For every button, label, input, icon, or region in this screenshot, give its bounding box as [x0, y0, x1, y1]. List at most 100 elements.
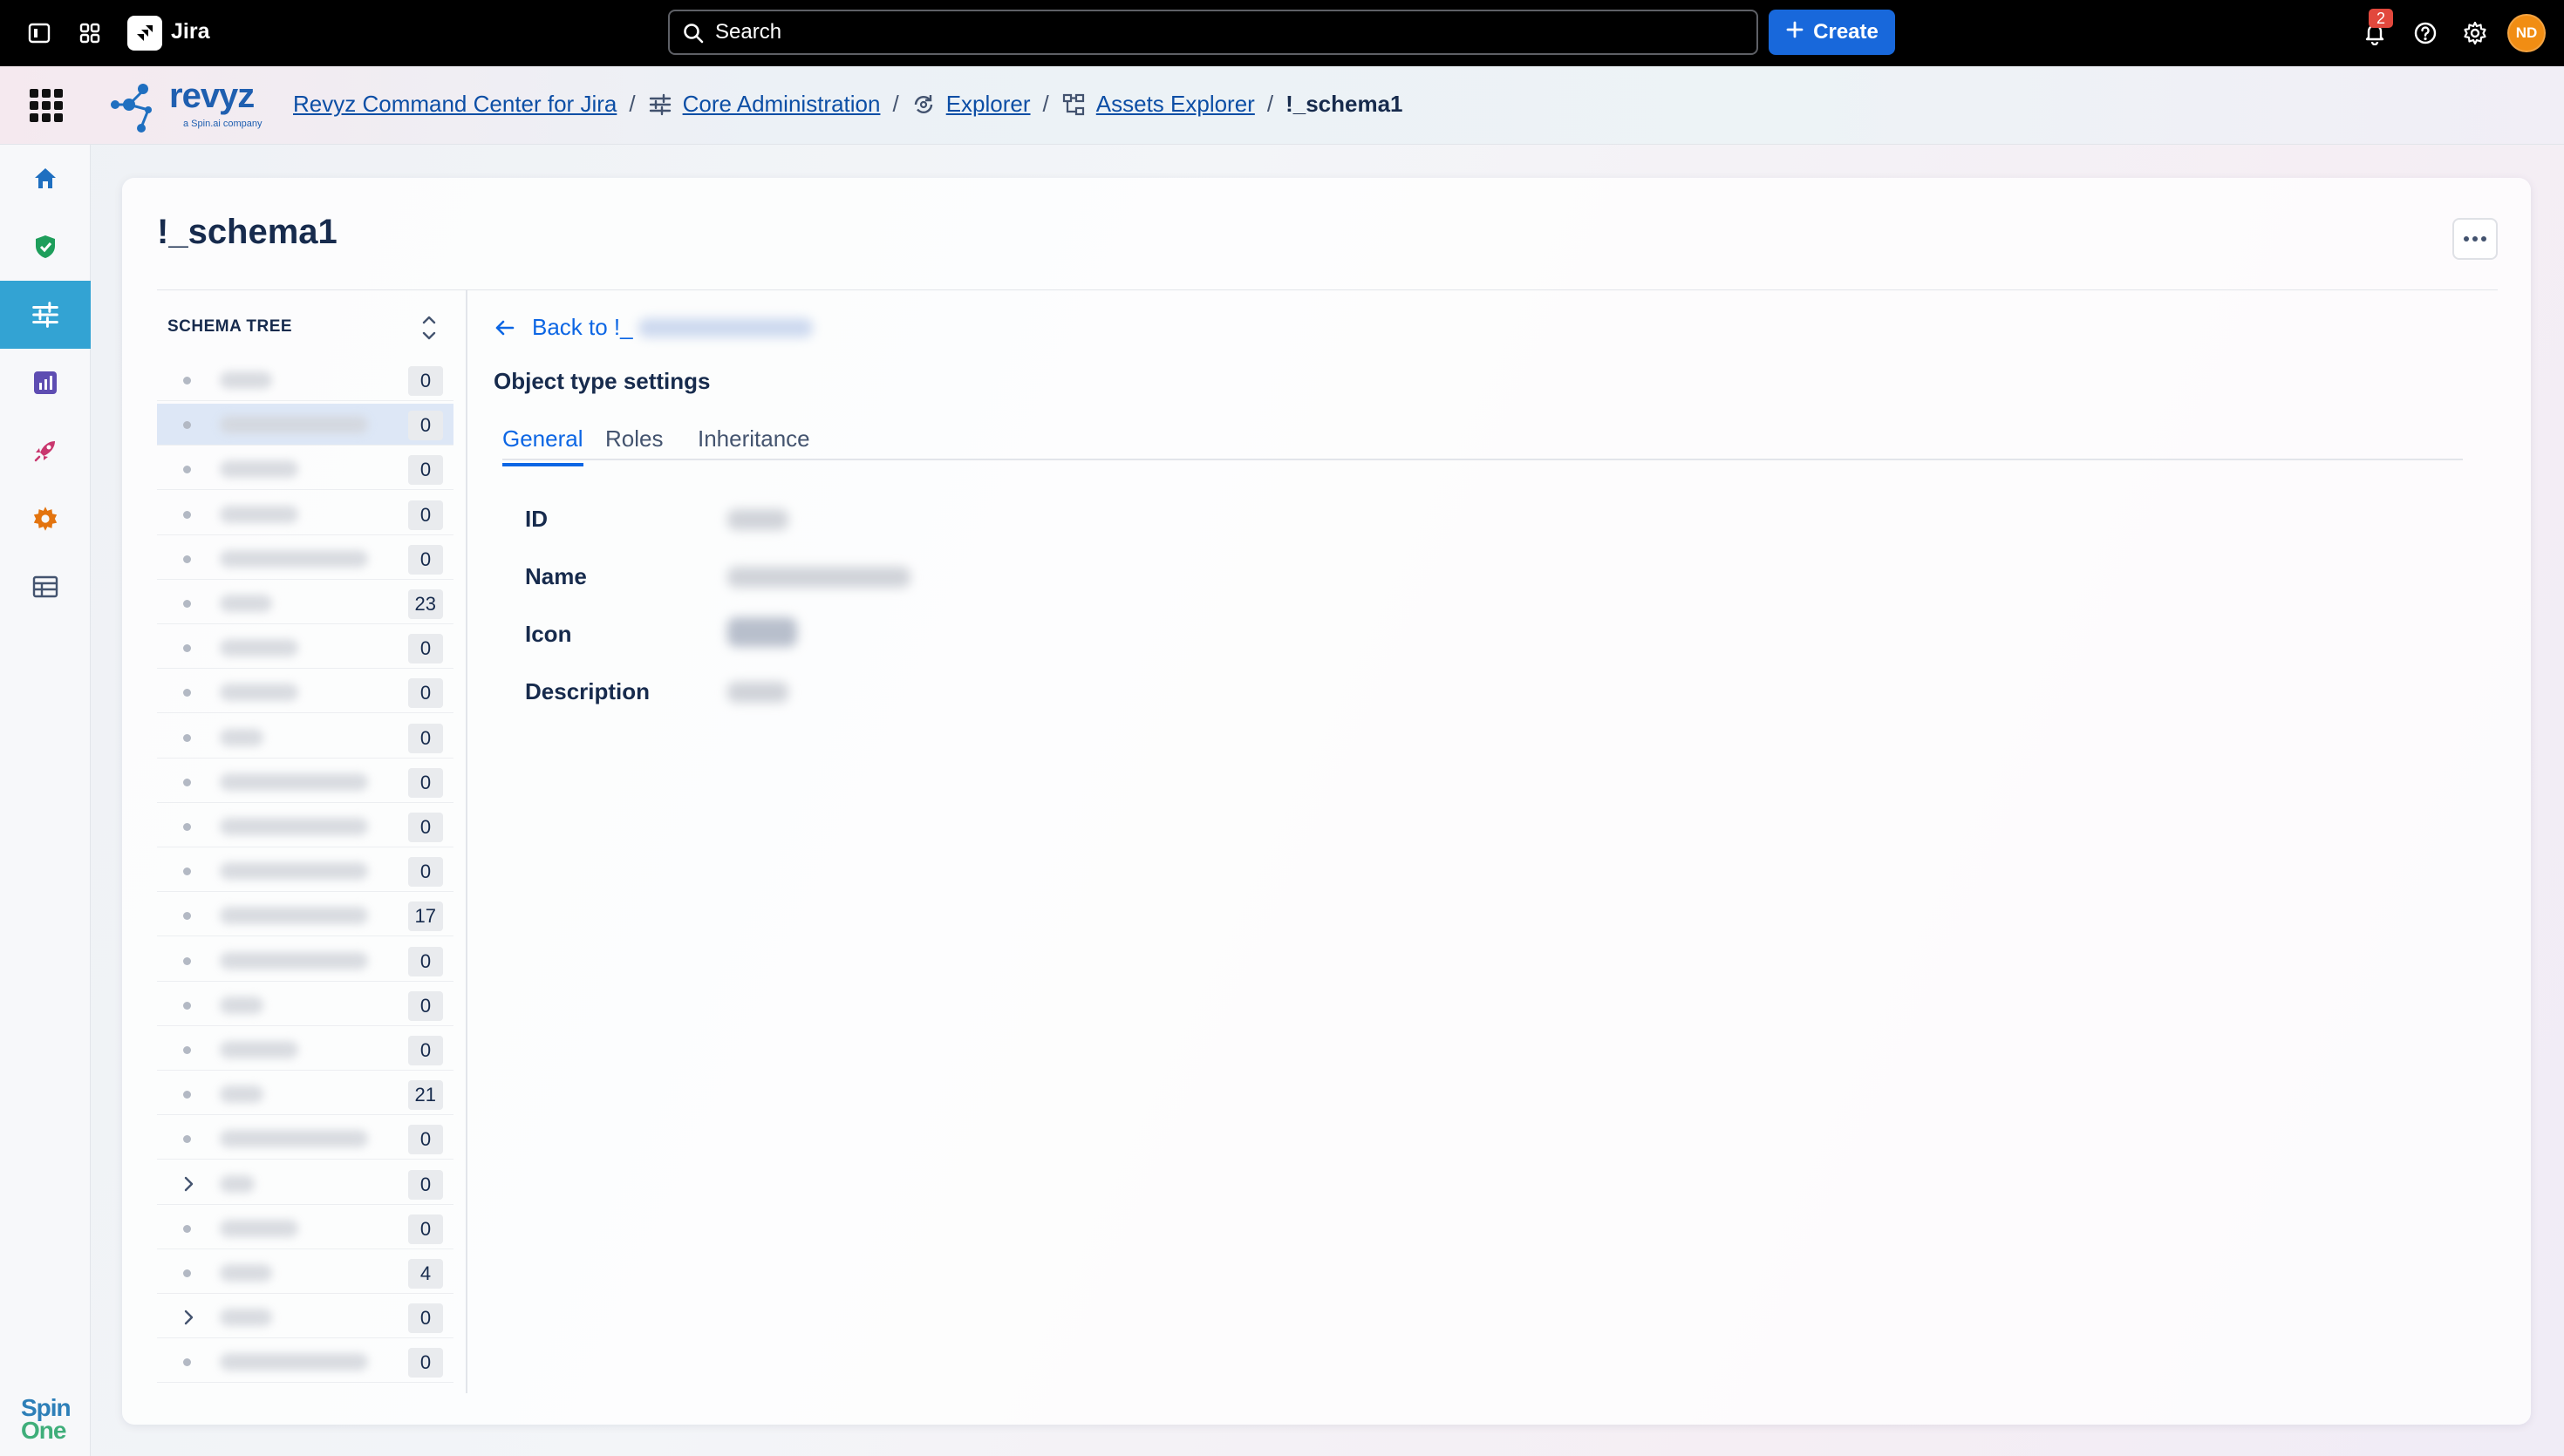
- sort-toggle-icon[interactable]: [417, 310, 441, 345]
- breadcrumb-assets-explorer[interactable]: Assets Explorer: [1096, 91, 1255, 118]
- user-avatar[interactable]: ND: [2507, 14, 2546, 52]
- breadcrumb-revyz-command-center[interactable]: Revyz Command Center for Jira: [293, 91, 617, 118]
- tab-general[interactable]: General: [502, 425, 583, 466]
- schema-tree-row[interactable]: 0: [157, 493, 453, 535]
- field-value-icon: [727, 617, 797, 647]
- schema-tree-row[interactable]: 0: [157, 1341, 453, 1384]
- redacted-object-type-name: [220, 818, 368, 835]
- sliders-icon: [32, 302, 58, 328]
- object-count-badge: 0: [408, 946, 443, 976]
- app-header: revyz a Spin.ai company Revyz Command Ce…: [0, 66, 2564, 145]
- schema-tree-row[interactable]: 0: [157, 761, 453, 803]
- redacted-object-type-name: [220, 416, 368, 434]
- redacted-object-type-name: [220, 1309, 272, 1327]
- jira-logo-icon[interactable]: [127, 16, 162, 51]
- section-title: Object type settings: [494, 368, 711, 394]
- object-count-badge: 0: [408, 1125, 443, 1155]
- schema-tree-row[interactable]: 0: [157, 538, 453, 580]
- object-count-badge: 0: [408, 366, 443, 396]
- schema-tree-row[interactable]: 0: [157, 1296, 453, 1339]
- schema-tree-row[interactable]: 0: [157, 717, 453, 759]
- field-label-icon: Icon: [525, 621, 572, 647]
- redacted-object-type-name: [220, 1041, 298, 1058]
- schema-tree-row[interactable]: 0: [157, 627, 453, 670]
- rail-item-protection[interactable]: [0, 213, 91, 281]
- rail-item-home[interactable]: [0, 145, 91, 213]
- bullet-icon: [183, 1135, 191, 1144]
- schema-tree-row[interactable]: 21: [157, 1073, 453, 1116]
- schema-tree-row[interactable]: 0: [157, 448, 453, 491]
- hierarchy-icon: [1061, 92, 1086, 117]
- bullet-icon: [183, 912, 191, 921]
- object-count-badge: 0: [408, 1169, 443, 1200]
- object-count-badge: 21: [407, 1080, 443, 1111]
- tab-roles[interactable]: Roles: [605, 425, 663, 463]
- bullet-icon: [183, 778, 191, 786]
- redacted-object-type-name: [220, 996, 263, 1014]
- sidebar-toggle-icon[interactable]: [23, 17, 56, 50]
- schema-tree-row[interactable]: 0: [157, 850, 453, 893]
- app-switcher-icon[interactable]: [73, 17, 106, 50]
- schema-tree-row[interactable]: 0: [157, 1208, 453, 1249]
- redacted-object-type-name: [220, 1264, 272, 1282]
- redacted-object-type-name: [220, 460, 298, 479]
- divider: [157, 289, 2498, 290]
- table-icon: [32, 575, 58, 598]
- back-link[interactable]: Back to !_: [494, 314, 813, 341]
- field-label-name: Name: [525, 563, 587, 589]
- tab-inheritance[interactable]: Inheritance: [698, 425, 810, 463]
- bullet-icon: [183, 1001, 191, 1010]
- object-count-badge: 23: [407, 589, 443, 619]
- settings-gear-icon[interactable]: [2458, 17, 2492, 50]
- bullet-icon: [183, 1091, 191, 1099]
- schema-tree-row[interactable]: 0: [157, 806, 453, 847]
- schema-tree-row[interactable]: 0: [157, 1118, 453, 1160]
- rail-item-core-administration[interactable]: [0, 281, 91, 349]
- schema-tree-row[interactable]: 0: [157, 671, 453, 714]
- schema-tree-row[interactable]: 4: [157, 1252, 453, 1294]
- redacted-object-type-name: [220, 1353, 368, 1371]
- chevron-right-icon[interactable]: [180, 1174, 197, 1194]
- redacted-object-type-name: [220, 951, 368, 970]
- create-button[interactable]: Create: [1769, 10, 1895, 55]
- redacted-object-type-name: [220, 684, 298, 702]
- global-search-input[interactable]: Search: [668, 10, 1758, 55]
- breadcrumb-explorer[interactable]: Explorer: [946, 91, 1031, 118]
- breadcrumb: Revyz Command Center for Jira / Core Adm…: [293, 91, 1403, 118]
- bullet-icon: [183, 867, 191, 876]
- bullet-icon: [183, 466, 191, 474]
- schema-tree-row[interactable]: 23: [157, 582, 453, 624]
- app-name[interactable]: Jira: [171, 19, 209, 44]
- bullet-icon: [183, 555, 191, 563]
- rail-item-settings[interactable]: [0, 485, 91, 553]
- schema-tree-row[interactable]: 0: [157, 940, 453, 982]
- apps-menu-icon[interactable]: [30, 89, 63, 122]
- shield-check-icon: [36, 235, 55, 258]
- schema-tree-row[interactable]: 0: [157, 984, 453, 1026]
- object-count-badge: 0: [408, 678, 443, 709]
- bullet-icon: [183, 644, 191, 653]
- schema-tree-row[interactable]: 0: [157, 1029, 453, 1071]
- object-count-badge: 0: [408, 1214, 443, 1244]
- schema-tree-row[interactable]: 0: [157, 359, 453, 401]
- object-count-badge: 0: [408, 767, 443, 798]
- bullet-icon: [183, 1046, 191, 1054]
- object-count-badge: 0: [408, 990, 443, 1021]
- breadcrumb-core-administration[interactable]: Core Administration: [683, 91, 881, 118]
- revyz-logo[interactable]: revyz a Spin.ai company: [110, 77, 263, 134]
- rail-item-reports[interactable]: [0, 349, 91, 417]
- chevron-right-icon[interactable]: [180, 1308, 197, 1327]
- object-count-badge: 0: [408, 723, 443, 753]
- rail-item-table[interactable]: [0, 553, 91, 621]
- redacted-object-type-name: [220, 772, 368, 791]
- schema-tree-row[interactable]: 0: [157, 404, 453, 446]
- back-link-label: Back to !_: [532, 314, 633, 340]
- rocket-icon: [34, 441, 55, 462]
- rail-item-launch[interactable]: [0, 417, 91, 485]
- more-actions-button[interactable]: [2452, 218, 2498, 260]
- schema-tree-row[interactable]: 0: [157, 1163, 453, 1205]
- bullet-icon: [183, 823, 191, 831]
- object-count-badge: 0: [408, 1348, 443, 1378]
- schema-tree-row[interactable]: 17: [157, 895, 453, 937]
- help-icon[interactable]: [2409, 17, 2442, 50]
